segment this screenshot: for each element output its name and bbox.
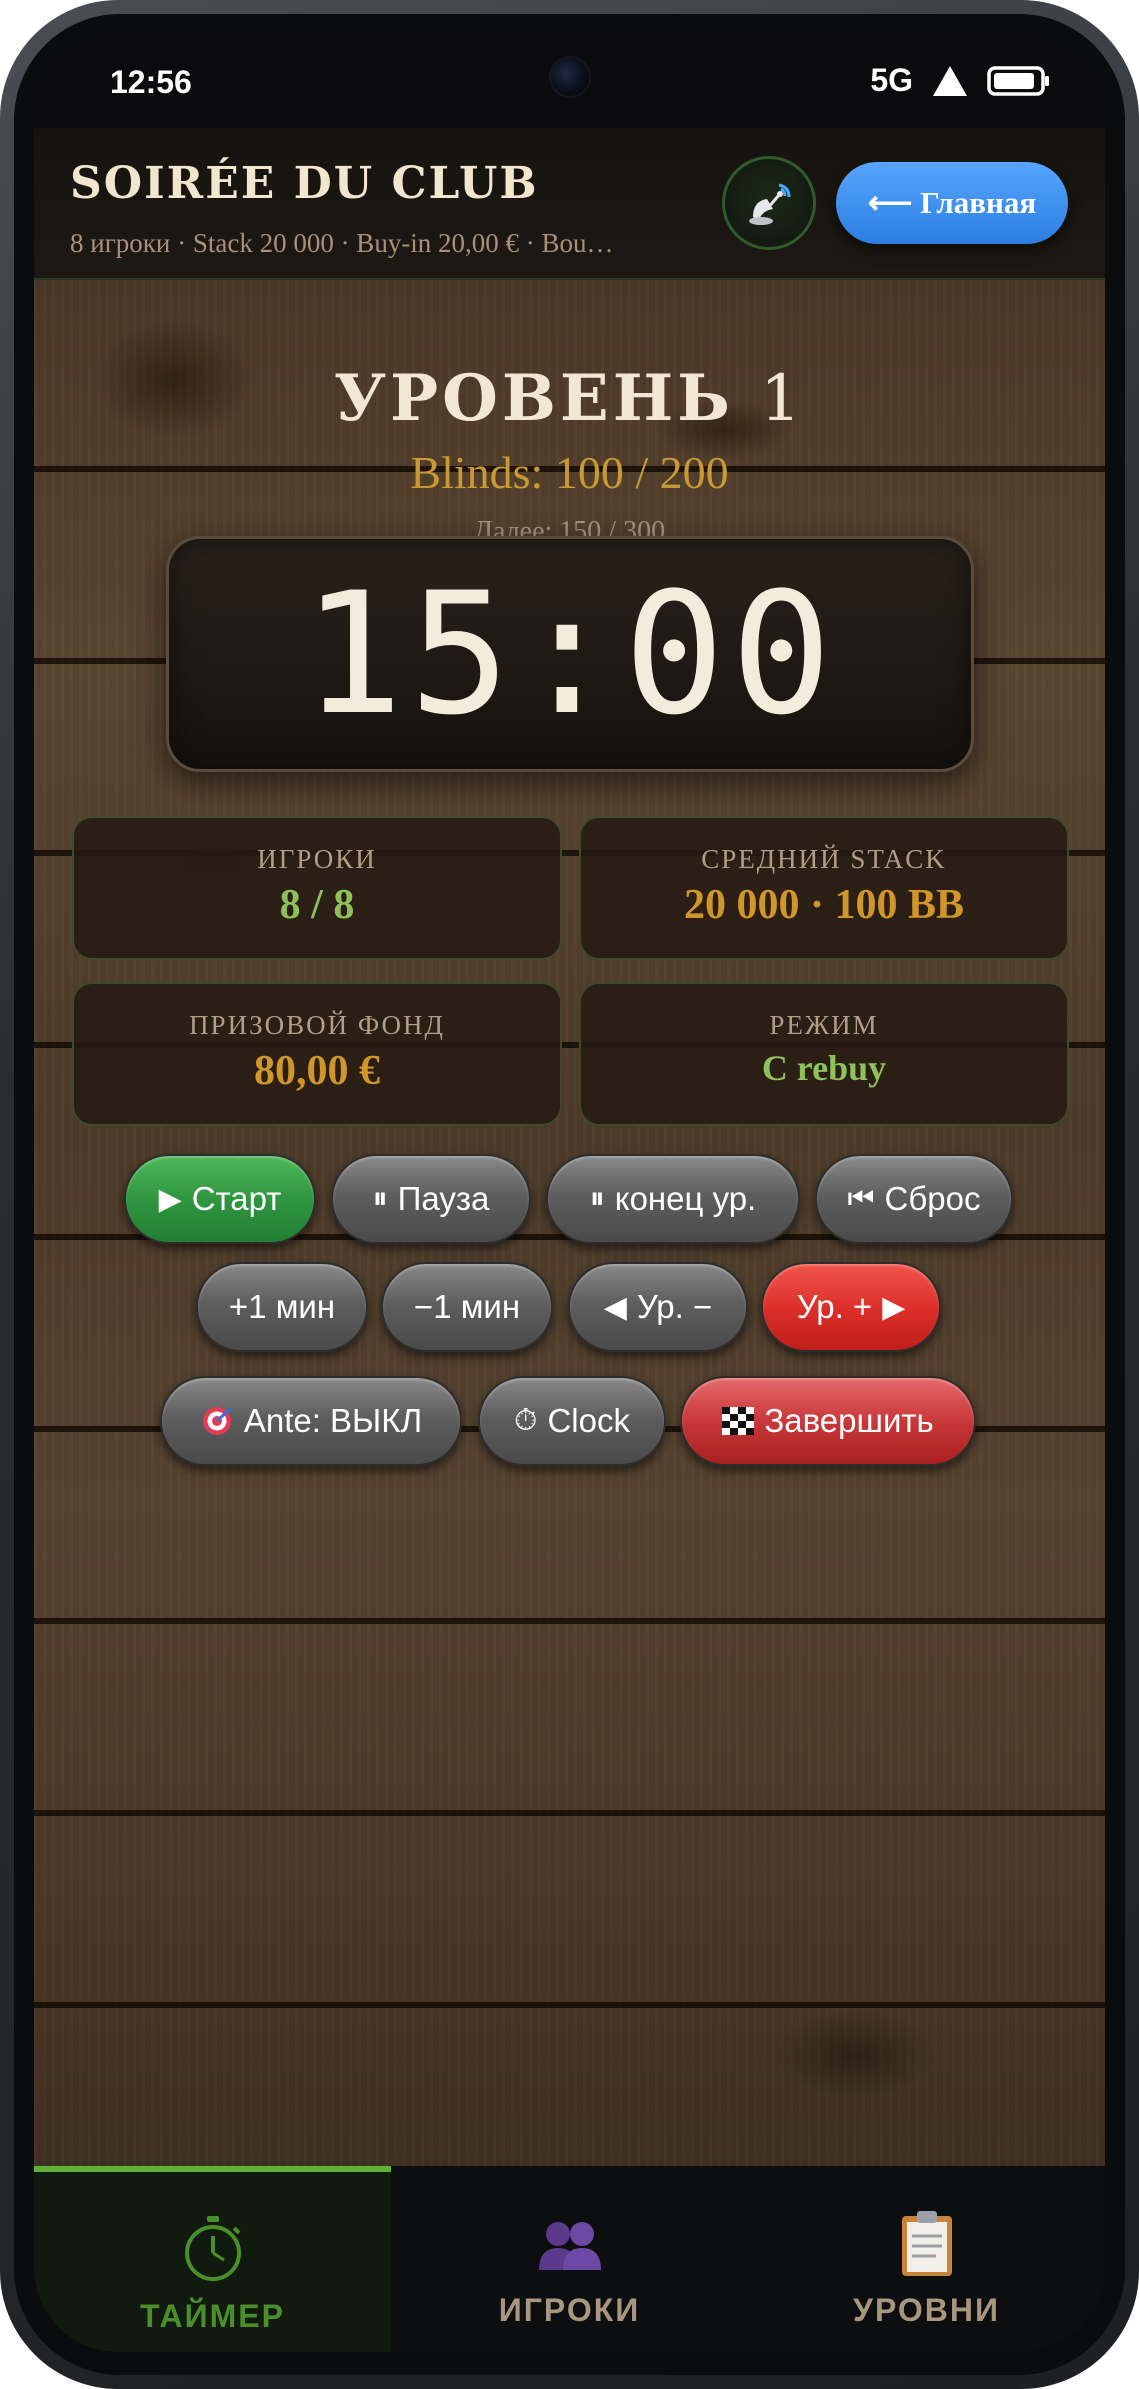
battery-icon (987, 65, 1049, 96)
end-level-label: конец ур. (614, 1180, 757, 1217)
app-header: Soirée du club 8 игроки · Stack 20 000 ·… (34, 128, 1105, 280)
tab-label: УРОВНИ (853, 2292, 1000, 2328)
cast-icon (749, 183, 791, 225)
stat-card-players: ИГРОКИ 8 / 8 (72, 816, 562, 960)
finish-label: Завершить (764, 1402, 934, 1439)
target-icon (202, 1406, 232, 1435)
countdown-timer: 15:00 (166, 536, 974, 772)
reset-button[interactable]: ⏮ Сброс (815, 1154, 1013, 1244)
status-indicators: 5G (870, 62, 1051, 99)
players-icon (538, 2222, 601, 2270)
signal-icon (933, 65, 967, 96)
stat-card-avg-stack: СРЕДНИЙ STACK 20 000 · 100 BB (579, 816, 1069, 960)
pause-label: Пауза (397, 1180, 490, 1217)
add-minute-label: +1 мин (228, 1288, 336, 1325)
clock-button[interactable]: ⏱ Clock (478, 1376, 666, 1466)
stopwatch-icon: ⏱ (514, 1404, 538, 1437)
checkered-flag-icon (722, 1407, 755, 1435)
tab-label: ИГРОКИ (498, 2292, 641, 2328)
level-down-button[interactable]: ◀ Ур. − (568, 1262, 748, 1352)
network-label: 5G (870, 62, 913, 98)
stat-value: 20 000 · 100 BB (683, 882, 965, 928)
stat-card-prize-pool: ПРИЗОВОЙ ФОНД 80,00 € (72, 982, 562, 1126)
timer-display: 15:00 (302, 556, 838, 752)
pause-button[interactable]: ⏸ Пауза (331, 1154, 531, 1244)
stopwatch-icon (184, 2216, 241, 2281)
front-camera (549, 56, 591, 98)
rewind-icon: ⏮ (847, 1182, 875, 1215)
level-up-label: Ур. + (796, 1288, 873, 1325)
pause-icon: ⏸ (589, 1182, 605, 1215)
start-label: Старт (191, 1180, 282, 1217)
ante-toggle-button[interactable]: Ante: ВЫКЛ (160, 1376, 462, 1466)
reset-label: Сброс (884, 1180, 981, 1217)
bottom-nav: ТАЙМЕР ИГРОКИ УРОВНИ (34, 2166, 1105, 2352)
subtract-minute-button[interactable]: −1 мин (381, 1262, 553, 1352)
tab-players[interactable]: ИГРОКИ (391, 2166, 748, 2352)
stat-value: 80,00 € (254, 1048, 380, 1094)
level-down-label: Ур. − (636, 1288, 713, 1325)
cast-button[interactable] (722, 156, 816, 250)
level-label: УРОВЕНЬ (334, 361, 734, 436)
wood-knot (774, 2010, 934, 2100)
finish-tournament-button[interactable]: Завершить (680, 1376, 976, 1466)
app-screen: 12:56 5G Soirée du club 8 игроки · Stack… (34, 36, 1105, 2352)
pause-icon: ⏸ (372, 1182, 388, 1215)
pause-end-of-level-button[interactable]: ⏸ конец ур. (546, 1154, 800, 1244)
home-button[interactable]: ⟵ Главная (836, 162, 1068, 244)
stat-value: 8 / 8 (279, 882, 355, 928)
play-icon: ▶ (158, 1182, 182, 1216)
level-title: УРОВЕНЬ 1 (34, 361, 1105, 436)
right-triangle-icon: ▶ (882, 1290, 906, 1324)
level-up-button[interactable]: Ур. + ▶ (761, 1262, 941, 1352)
stat-label: РЕЖИМ (769, 1010, 879, 1040)
page-title: Soirée du club (70, 158, 539, 209)
level-number: 1 (760, 362, 805, 436)
stat-value: С rebuy (761, 1048, 887, 1088)
status-bar: 12:56 5G (34, 36, 1105, 128)
stat-label: СРЕДНИЙ STACK (701, 844, 947, 874)
stat-label: ИГРОКИ (257, 844, 377, 874)
tab-levels[interactable]: УРОВНИ (748, 2166, 1105, 2352)
ante-label: Ante: ВЫКЛ (243, 1402, 423, 1439)
tab-timer[interactable]: ТАЙМЕР (34, 2166, 391, 2352)
start-button[interactable]: ▶ Старт (124, 1154, 316, 1244)
tournament-summary: 8 игроки · Stack 20 000 · Buy-in 20,00 €… (70, 228, 614, 258)
clock-label: Clock (547, 1402, 630, 1439)
add-minute-button[interactable]: +1 мин (196, 1262, 368, 1352)
status-time: 12:56 (110, 64, 192, 100)
stat-label: ПРИЗОВОЙ ФОНД (189, 1010, 445, 1040)
stat-card-mode: РЕЖИМ С rebuy (579, 982, 1069, 1126)
clipboard-icon (901, 2211, 952, 2276)
subtract-minute-label: −1 мин (413, 1288, 521, 1325)
current-blinds: Blinds: 100 / 200 (410, 447, 729, 498)
tab-label: ТАЙМЕР (140, 2298, 285, 2334)
left-triangle-icon: ◀ (603, 1290, 627, 1324)
